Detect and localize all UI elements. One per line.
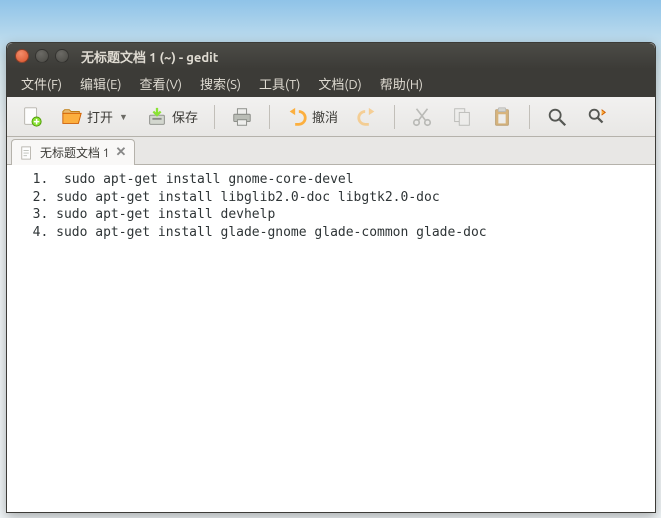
print-icon [231,106,253,128]
print-button[interactable] [225,102,259,132]
menu-edit[interactable]: 编辑(E) [72,70,129,97]
menu-documents[interactable]: 文档(D) [310,70,369,97]
tabbar: 无标题文档 1 ✕ [7,137,655,165]
open-dropdown-icon[interactable]: ▼ [119,112,128,122]
toolbar-separator [394,105,395,129]
open-button[interactable]: 打开 ▼ [55,102,134,132]
find-button[interactable] [540,102,574,132]
search-icon [546,106,568,128]
menu-tools[interactable]: 工具(T) [251,70,308,97]
paste-button[interactable] [485,102,519,132]
window-controls [15,49,69,63]
menu-search[interactable]: 搜索(S) [192,70,249,97]
toolbar-separator [214,105,215,129]
save-button[interactable]: 保存 [140,102,204,132]
open-label: 打开 [87,107,113,126]
close-button[interactable] [15,49,29,63]
new-file-button[interactable] [15,102,49,132]
copy-icon [451,106,473,128]
find-replace-icon [586,106,608,128]
redo-button[interactable] [350,102,384,132]
menu-file[interactable]: 文件(F) [13,70,70,97]
folder-open-icon [61,106,83,128]
undo-button[interactable]: 撤消 [280,102,344,132]
save-label: 保存 [172,107,198,126]
toolbar: 打开 ▼ 保存 撤消 [7,97,655,137]
redo-icon [356,106,378,128]
menu-help[interactable]: 帮助(H) [372,70,431,97]
menu-view[interactable]: 查看(V) [132,70,190,97]
gedit-window: 无标题文档 1 (~) - gedit 文件(F) 编辑(E) 查看(V) 搜索… [6,42,656,513]
document-icon [20,146,34,160]
cut-icon [411,106,433,128]
document-tab[interactable]: 无标题文档 1 ✕ [11,139,135,165]
maximize-button[interactable] [55,49,69,63]
copy-button[interactable] [445,102,479,132]
menubar: 文件(F) 编辑(E) 查看(V) 搜索(S) 工具(T) 文档(D) 帮助(H… [7,69,655,97]
undo-icon [286,106,308,128]
titlebar[interactable]: 无标题文档 1 (~) - gedit [7,43,655,69]
toolbar-separator [269,105,270,129]
tab-label: 无标题文档 1 [40,144,110,161]
undo-label: 撤消 [312,107,338,126]
tab-close-button[interactable]: ✕ [116,145,127,160]
minimize-button[interactable] [35,49,49,63]
toolbar-separator [529,105,530,129]
window-title: 无标题文档 1 (~) - gedit [81,47,218,66]
save-icon [146,106,168,128]
text-editor[interactable]: 1. sudo apt-get install gnome-core-devel… [7,165,655,512]
find-replace-button[interactable] [580,102,614,132]
cut-button[interactable] [405,102,439,132]
paste-icon [491,106,513,128]
new-file-icon [21,106,43,128]
